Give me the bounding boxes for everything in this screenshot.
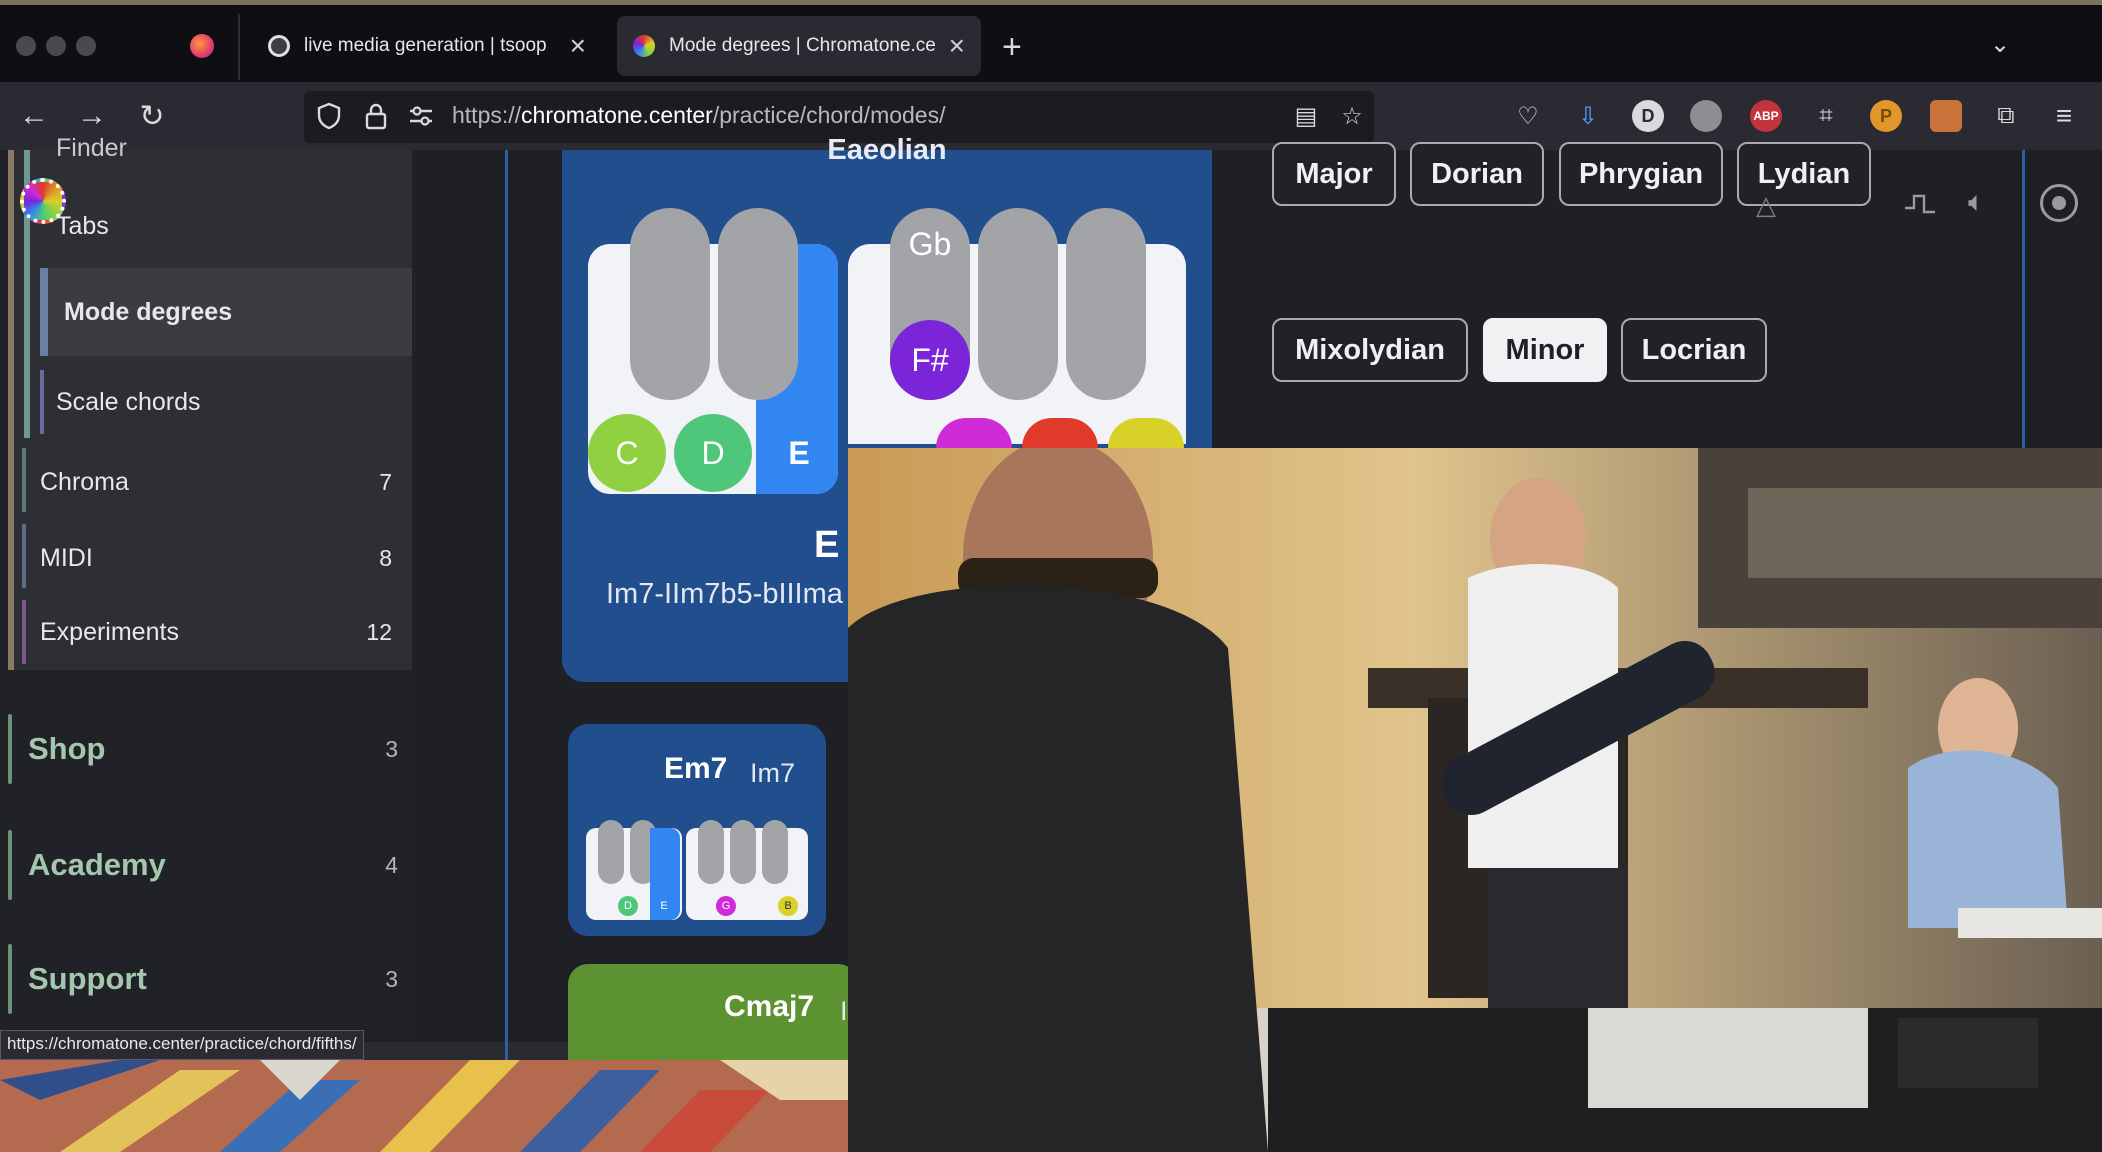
mode-button-minor[interactable]: Minor xyxy=(1483,318,1607,382)
background-artwork xyxy=(0,1060,848,1152)
close-icon[interactable]: × xyxy=(949,30,965,62)
section-count: 3 xyxy=(385,735,398,762)
speaker-icon[interactable]: 🔈︎ xyxy=(1968,186,2008,222)
status-url: https://chromatone.center/practice/chord… xyxy=(0,1030,364,1060)
mode-button-dorian[interactable]: Dorian xyxy=(1410,142,1544,206)
item-count: 7 xyxy=(379,468,392,495)
item-count: 8 xyxy=(379,544,392,571)
mini-black-key xyxy=(762,820,788,884)
sidebar-section-academy[interactable]: Academy 4 xyxy=(8,820,408,910)
sidebar-item-midi[interactable]: MIDI 8 xyxy=(40,522,402,594)
piano-black-key[interactable] xyxy=(1066,208,1146,400)
piano-black-key[interactable] xyxy=(978,208,1058,400)
mini-note-b: B xyxy=(778,896,798,916)
mode-title: Eaeolian xyxy=(827,134,947,166)
sidebar-section-shop[interactable]: Shop 3 xyxy=(8,704,408,794)
crop-icon[interactable]: ⌗ xyxy=(1810,100,1842,132)
black-key-label: Gb xyxy=(908,226,952,262)
piano-black-key[interactable] xyxy=(718,208,798,400)
tab-mode-degrees[interactable]: Mode degrees | Chromatone.ce × xyxy=(617,16,981,76)
hamburger-menu-icon[interactable]: ≡ xyxy=(2048,100,2080,132)
mini-note-e: E xyxy=(654,896,674,916)
metamask-fox-icon[interactable] xyxy=(1930,100,1962,132)
mini-black-key xyxy=(730,820,756,884)
section-count: 3 xyxy=(385,965,398,992)
sidebar-item-mode-degrees[interactable]: Mode degrees xyxy=(64,276,444,348)
firefox-icon[interactable] xyxy=(190,34,214,58)
reader-view-icon[interactable]: ▤ xyxy=(1290,100,1322,132)
chord-roman: Im7 xyxy=(750,758,796,788)
sidebar-accent-bar xyxy=(8,150,14,670)
sidebar-item-marker xyxy=(22,600,26,664)
window-zoom-button[interactable] xyxy=(76,36,96,56)
extension-d-icon[interactable]: D xyxy=(1632,100,1664,132)
chord-name: Em7 xyxy=(664,752,728,785)
record-icon[interactable] xyxy=(2040,184,2078,222)
mode-button-major[interactable]: Major xyxy=(1272,142,1396,206)
webcam-video-overlay[interactable] xyxy=(848,448,2102,1152)
sidebar-item-tabs[interactable]: Tabs xyxy=(56,190,436,262)
mode-button-phrygian[interactable]: Phrygian xyxy=(1559,142,1723,206)
url-text[interactable]: https://chromatone.center/practice/chord… xyxy=(452,102,946,129)
chord-card-cmaj7[interactable]: Cmaj7 I xyxy=(568,964,858,1060)
tab-label: Mode degrees | Chromatone.ce xyxy=(669,35,935,56)
sidebar-item-finder[interactable]: Finder xyxy=(56,118,436,178)
tab-favicon-icon xyxy=(268,35,290,57)
tab-label: live media generation | tsoop xyxy=(304,35,547,56)
new-tab-button[interactable]: + xyxy=(1002,28,1022,67)
globe-extension-icon[interactable] xyxy=(1690,100,1722,132)
tab-list-chevron-icon[interactable]: ⌄ xyxy=(1990,30,2010,59)
chord-progression: Im7-IIm7b5-bIIIma xyxy=(606,578,843,610)
tab-live-media[interactable]: live media generation | tsoop × xyxy=(252,14,602,78)
panel-divider xyxy=(2022,150,2025,450)
back-arrow-icon[interactable]: ← xyxy=(16,98,52,134)
pocket-icon[interactable]: ♡ xyxy=(1512,100,1544,132)
note-d[interactable]: D xyxy=(674,414,752,492)
downloads-icon[interactable]: ⇩ xyxy=(1572,100,1604,132)
sidebar-item-scale-chords[interactable]: Scale chords xyxy=(56,366,436,438)
chord-roman: I xyxy=(840,996,848,1026)
close-icon[interactable]: × xyxy=(570,30,586,62)
metronome-icon[interactable]: △ xyxy=(1756,190,1786,220)
extensions-puzzle-icon[interactable]: ⧉ xyxy=(1990,100,2022,132)
sidebar-item-experiments[interactable]: Experiments 12 xyxy=(40,596,402,668)
sidebar-item-chroma[interactable]: Chroma 7 xyxy=(40,446,402,518)
sidebar-item-marker xyxy=(22,524,26,588)
mini-note-d: D xyxy=(618,896,638,916)
section-bar xyxy=(8,714,12,784)
chord-root-label: E xyxy=(814,524,840,566)
mini-note-g: G xyxy=(716,896,736,916)
window-minimize-button[interactable] xyxy=(46,36,66,56)
chord-name: Cmaj7 xyxy=(724,990,815,1023)
note-c[interactable]: C xyxy=(588,414,666,492)
sidebar-item-marker xyxy=(40,370,44,434)
adblock-plus-icon[interactable]: ABP xyxy=(1750,100,1782,132)
bookmark-star-icon[interactable]: ☆ xyxy=(1336,100,1368,132)
chromatone-favicon-icon xyxy=(633,35,655,57)
piano-black-key[interactable] xyxy=(630,208,710,400)
tab-separator xyxy=(238,14,240,80)
mini-black-key xyxy=(598,820,624,884)
mode-button-locrian[interactable]: Locrian xyxy=(1621,318,1767,382)
item-count: 12 xyxy=(366,618,392,645)
coin-extension-icon[interactable]: P xyxy=(1870,100,1902,132)
window-close-button[interactable] xyxy=(16,36,36,56)
note-f-sharp[interactable]: F# xyxy=(890,320,970,400)
section-bar xyxy=(8,830,12,900)
note-e[interactable]: E xyxy=(760,414,838,492)
waveform-icon[interactable] xyxy=(1902,186,1938,222)
sidebar-item-marker xyxy=(22,448,26,512)
content-divider xyxy=(505,150,508,1060)
sidebar-section-support[interactable]: Support 3 xyxy=(8,934,408,1024)
section-count: 4 xyxy=(385,851,398,878)
mini-black-key xyxy=(698,820,724,884)
sidebar-active-marker xyxy=(40,268,48,356)
section-bar xyxy=(8,944,12,1014)
mode-button-mixolydian[interactable]: Mixolydian xyxy=(1272,318,1468,382)
chord-card-em7[interactable]: Em7 Im7 D E G B xyxy=(568,724,826,936)
